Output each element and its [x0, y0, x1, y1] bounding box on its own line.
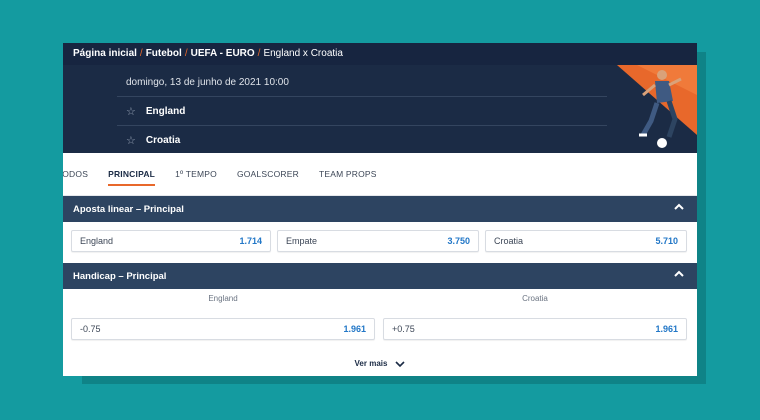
market-handicap-title: Handicap – Principal	[73, 270, 167, 282]
event-datetime: domingo, 13 de junho de 2021 10:00	[126, 77, 289, 88]
odd-button-draw[interactable]: Empate 3.750	[277, 230, 479, 252]
breadcrumb-home[interactable]: Página inicial	[73, 48, 137, 59]
handicap-column-away: Croatia	[522, 294, 548, 303]
breadcrumb-separator: /	[184, 48, 188, 59]
breadcrumb-sport[interactable]: Futebol	[146, 48, 182, 59]
market-handicap-header[interactable]: Handicap – Principal	[63, 263, 697, 289]
market-linear-title: Aposta linear – Principal	[73, 203, 184, 215]
show-more-button[interactable]: Ver mais	[63, 359, 697, 368]
tab-principal[interactable]: PRINCIPAL	[108, 153, 156, 196]
breadcrumb-separator: /	[257, 48, 261, 59]
header-divider	[117, 125, 607, 126]
show-more-label: Ver mais	[354, 359, 388, 368]
tab-goalscorer[interactable]: GOALSCORER	[237, 153, 299, 196]
outcome-odd: 5.710	[655, 236, 678, 246]
outcome-odd: 1.714	[239, 236, 262, 246]
handicap-button-home[interactable]: -0.75 1.961	[71, 318, 375, 340]
outcome-odd: 3.750	[447, 236, 470, 246]
breadcrumb: Página inicial / Futebol / UEFA - EURO / Engla…	[73, 48, 343, 59]
home-team-name: England	[145, 106, 186, 117]
tab-todos[interactable]: TODOS	[63, 153, 88, 196]
tab-1-tempo[interactable]: 1º TEMPO	[175, 153, 217, 196]
favorite-star-icon[interactable]: ☆	[126, 105, 136, 118]
market-tabs: TODOS PRINCIPAL 1º TEMPO GOALSCORER TEAM…	[63, 153, 697, 196]
handicap-line: +0.75	[392, 324, 415, 334]
market-linear-header[interactable]: Aposta linear – Principal	[63, 196, 697, 222]
chevron-up-icon[interactable]	[673, 268, 685, 280]
outcome-label: England	[80, 236, 114, 246]
outcome-label: Empate	[286, 236, 318, 246]
chevron-up-icon[interactable]	[673, 201, 685, 213]
team-row-away: ☆ Croatia	[126, 134, 180, 147]
handicap-button-away[interactable]: +0.75 1.961	[383, 318, 687, 340]
team-row-home: ☆ England	[126, 105, 185, 118]
breadcrumb-league[interactable]: UEFA - EURO	[191, 48, 255, 59]
handicap-line: -0.75	[80, 324, 101, 334]
breadcrumb-separator: /	[139, 48, 143, 59]
event-header: Página inicial / Futebol / UEFA - EURO / Engla…	[63, 43, 697, 153]
handicap-column-home: England	[208, 294, 238, 303]
outcome-label: Croatia	[494, 236, 524, 246]
tab-team-props[interactable]: TEAM PROPS	[319, 153, 377, 196]
breadcrumb-event: England x Croatia	[263, 48, 343, 59]
favorite-star-icon[interactable]: ☆	[126, 134, 136, 147]
handicap-odd: 1.961	[343, 324, 366, 334]
chevron-down-icon	[395, 360, 406, 367]
header-divider	[117, 96, 607, 97]
handicap-odd: 1.961	[655, 324, 678, 334]
odd-button-away[interactable]: Croatia 5.710	[485, 230, 687, 252]
event-card: Página inicial / Futebol / UEFA - EURO / Engla…	[63, 43, 697, 376]
away-team-name: Croatia	[145, 135, 181, 146]
odd-button-home[interactable]: England 1.714	[71, 230, 271, 252]
football-player-illustration	[617, 65, 697, 148]
